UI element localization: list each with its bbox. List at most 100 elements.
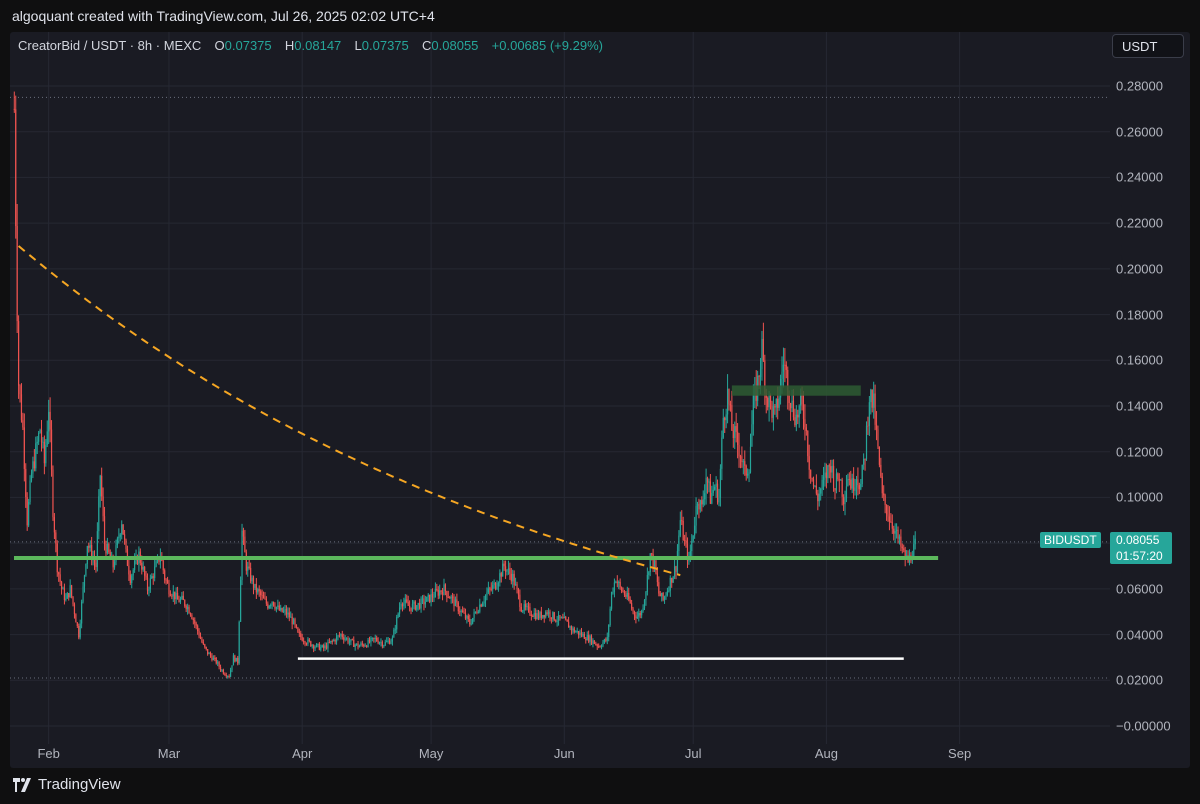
candle-body <box>608 625 610 637</box>
candle-body <box>537 613 540 619</box>
candle-body <box>728 388 730 405</box>
candle-body <box>209 653 212 656</box>
candle-body <box>711 492 713 504</box>
candle-body <box>96 531 98 568</box>
candle-body <box>298 632 300 634</box>
candle-body <box>808 456 810 470</box>
candle-body <box>871 389 873 408</box>
candle-body <box>113 561 116 568</box>
candle-body <box>762 338 764 361</box>
candle-body <box>758 375 760 377</box>
candle-body <box>479 604 481 612</box>
candle-body <box>414 601 416 610</box>
candle-body <box>540 611 542 618</box>
candle-body <box>366 645 368 647</box>
price-chart[interactable] <box>10 32 1190 768</box>
candle-body <box>622 591 624 593</box>
candle-body <box>275 607 278 609</box>
candle-body <box>678 535 680 552</box>
candle-body <box>32 461 34 474</box>
candle-body <box>890 521 892 523</box>
candle-body <box>603 639 606 643</box>
candle-body <box>732 430 734 439</box>
candle-body <box>863 458 865 465</box>
candle-body <box>318 643 320 650</box>
candle-body <box>89 545 91 548</box>
candle-body <box>439 590 441 596</box>
candle-body <box>251 577 253 582</box>
open-label: O <box>214 38 225 53</box>
candle-body <box>550 617 553 619</box>
candle-body <box>218 662 220 667</box>
candle-body <box>512 573 514 582</box>
candle-body <box>631 603 633 609</box>
time-tick-label: Jul <box>684 746 702 761</box>
candle-body <box>234 655 236 662</box>
candle-body <box>739 456 742 458</box>
candle-body <box>724 417 726 421</box>
candle-body <box>625 594 627 597</box>
candle-body <box>719 468 722 498</box>
candle-body <box>451 596 454 598</box>
candle-body <box>360 643 362 646</box>
candle-body <box>192 618 194 621</box>
candle-body <box>242 530 245 537</box>
candle-body <box>189 613 192 615</box>
candle-body <box>155 561 157 567</box>
candle-body <box>446 591 448 597</box>
candle-body <box>60 581 63 590</box>
candle-body <box>482 603 484 607</box>
candle-body <box>850 479 852 489</box>
candle-body <box>791 400 793 409</box>
candle-body <box>250 567 252 582</box>
candle-body <box>897 529 899 539</box>
candle-body <box>103 516 106 544</box>
candle-body <box>212 657 214 661</box>
currency-button[interactable]: USDT <box>1112 34 1184 58</box>
candle-body <box>578 631 580 635</box>
candle-body <box>267 603 269 609</box>
candle-body <box>313 645 315 649</box>
candle-body <box>718 497 720 503</box>
candle-body <box>831 465 833 473</box>
candle-body <box>774 406 776 408</box>
candle-body <box>556 620 558 622</box>
candle-body <box>30 473 33 481</box>
candle-body <box>152 576 154 578</box>
candle-body <box>28 502 30 526</box>
candle-body <box>207 649 209 655</box>
candle-body <box>741 456 743 463</box>
candle-body <box>411 603 414 611</box>
candle-body <box>424 601 426 605</box>
candle-body <box>706 477 709 483</box>
candle-body <box>274 605 276 609</box>
candle-body <box>69 585 71 598</box>
candle-body <box>68 593 70 598</box>
candle-body <box>469 619 471 625</box>
candle-body <box>841 479 843 497</box>
candle-body <box>494 582 497 590</box>
candle-body <box>301 637 303 641</box>
candle-body <box>898 536 901 539</box>
candle-body <box>698 503 700 510</box>
candle-body <box>563 616 565 619</box>
candle-body <box>602 642 604 647</box>
candle-body <box>629 599 631 604</box>
candle-body <box>145 575 147 578</box>
candle-body <box>403 602 405 607</box>
symbol-name[interactable]: CreatorBid / USDT · 8h · MEXC <box>18 38 201 53</box>
candle-body <box>419 602 421 609</box>
candle-body <box>131 575 133 584</box>
candle-body <box>142 566 144 570</box>
candle-body <box>383 645 385 647</box>
candle-body <box>470 623 472 625</box>
candle-body <box>665 595 667 597</box>
candle-body <box>870 389 872 403</box>
candle-body <box>887 514 889 517</box>
candle-body <box>181 595 183 599</box>
candle-body <box>268 605 270 609</box>
candle-body <box>308 639 310 642</box>
candle-body <box>582 633 584 636</box>
candle-body <box>25 468 27 497</box>
footer-brand[interactable]: TradingView <box>12 776 121 793</box>
